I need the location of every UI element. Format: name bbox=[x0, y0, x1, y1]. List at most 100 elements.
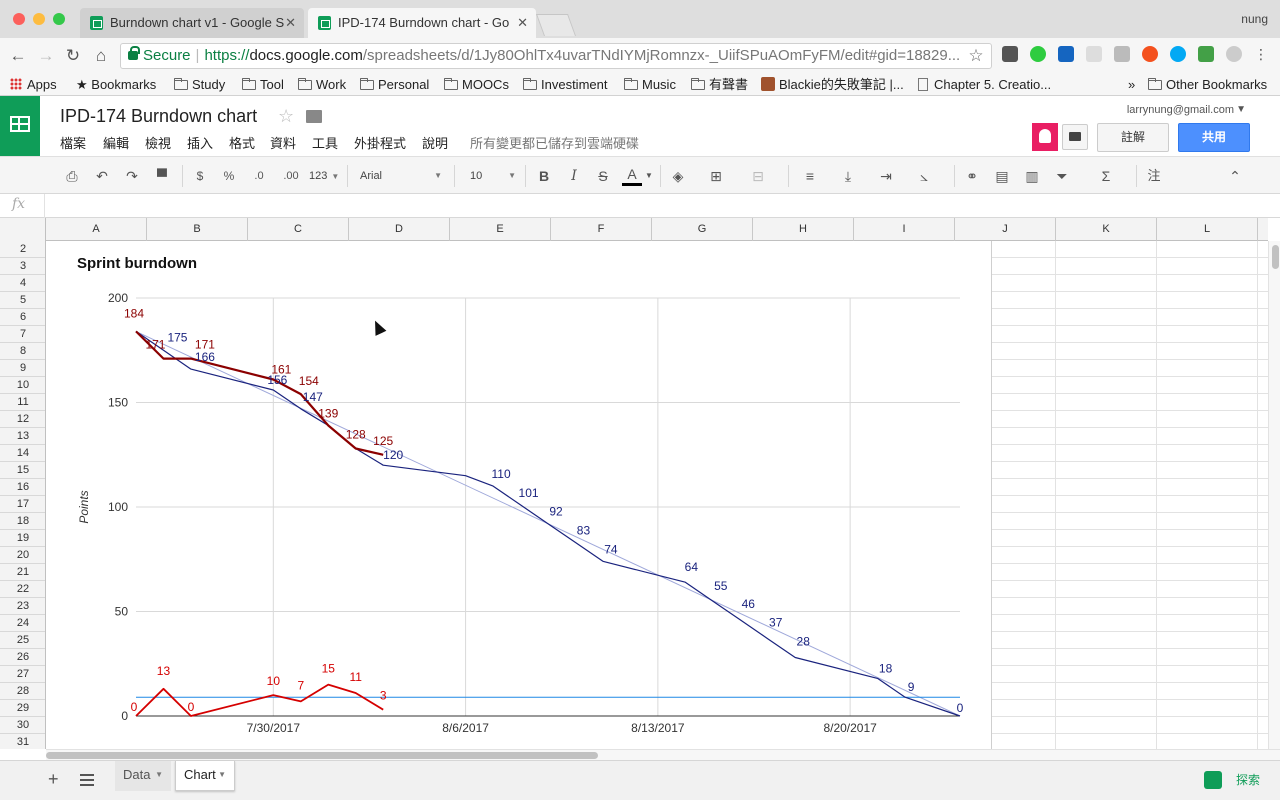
row-header-4[interactable]: 4 bbox=[0, 275, 45, 292]
menu-view[interactable]: 檢視 bbox=[145, 133, 171, 152]
insert-chart-icon[interactable]: ▥ bbox=[1022, 166, 1042, 186]
home-icon[interactable]: ⌂ bbox=[91, 46, 111, 66]
row-header-26[interactable]: 26 bbox=[0, 649, 45, 666]
column-header-i[interactable]: I bbox=[854, 218, 955, 241]
bookmarks-overflow-icon[interactable]: » bbox=[1128, 76, 1135, 94]
pocket-extension-icon[interactable] bbox=[1002, 46, 1018, 62]
row-header-19[interactable]: 19 bbox=[0, 530, 45, 547]
font-family-dropdown[interactable]: Arial ▼ bbox=[360, 166, 442, 186]
filter-icon[interactable]: ⏷ bbox=[1052, 166, 1072, 186]
row-header-6[interactable]: 6 bbox=[0, 309, 45, 326]
new-tab-button[interactable] bbox=[535, 14, 577, 36]
column-header-l[interactable]: L bbox=[1157, 218, 1258, 241]
account-email[interactable]: larrynung@gmail.com bbox=[1127, 104, 1234, 116]
row-header-20[interactable]: 20 bbox=[0, 547, 45, 564]
y-extension-icon[interactable] bbox=[1058, 46, 1074, 62]
menu-data[interactable]: 資料 bbox=[270, 133, 296, 152]
profile-name[interactable]: nung bbox=[1241, 12, 1268, 26]
row-header-9[interactable]: 9 bbox=[0, 360, 45, 377]
bookmark-tool[interactable]: Tool bbox=[242, 76, 284, 94]
menu-format[interactable]: 格式 bbox=[229, 133, 255, 152]
print-icon[interactable]: ⎙ bbox=[62, 166, 82, 186]
copy-extension-icon[interactable] bbox=[1086, 46, 1102, 62]
row-header-5[interactable]: 5 bbox=[0, 292, 45, 309]
move-to-folder-icon[interactable] bbox=[306, 110, 322, 123]
text-wrap-icon[interactable]: ⇥ bbox=[876, 166, 896, 186]
orange-extension-icon[interactable] bbox=[1142, 46, 1158, 62]
font-size-dropdown[interactable]: 10 ▼ bbox=[470, 166, 516, 186]
minimize-window-button[interactable] bbox=[33, 13, 45, 25]
close-tab-icon[interactable]: ✕ bbox=[517, 8, 528, 38]
column-header-f[interactable]: F bbox=[551, 218, 652, 241]
row-header-21[interactable]: 21 bbox=[0, 564, 45, 581]
bookmark-star-icon[interactable]: ☆ bbox=[966, 46, 986, 66]
row-header-24[interactable]: 24 bbox=[0, 615, 45, 632]
browser-menu-icon[interactable]: ⋮ bbox=[1254, 46, 1270, 62]
reload-icon[interactable]: ↻ bbox=[63, 46, 83, 66]
horizontal-scroll-thumb[interactable] bbox=[46, 752, 598, 759]
horizontal-align-icon[interactable]: ≡ bbox=[800, 166, 820, 186]
bookmark-work[interactable]: Work bbox=[298, 76, 346, 94]
horizontal-scrollbar[interactable] bbox=[46, 749, 1280, 760]
strikethrough-button[interactable]: S bbox=[594, 166, 612, 186]
bold-button[interactable]: B bbox=[535, 166, 553, 186]
row-header-11[interactable]: 11 bbox=[0, 394, 45, 411]
all-sheets-list-icon[interactable] bbox=[80, 774, 94, 786]
address-bar[interactable]: Secure | https://docs.google.com/spreadshe… bbox=[120, 43, 992, 69]
browser-tab-ipd174[interactable]: IPD-174 Burndown chart - Go ✕ bbox=[308, 8, 536, 38]
row-header-8[interactable]: 8 bbox=[0, 343, 45, 360]
row-header-23[interactable]: 23 bbox=[0, 598, 45, 615]
account-caret-icon[interactable]: ▼ bbox=[1236, 104, 1246, 115]
input-tools-button[interactable]: 注 bbox=[1144, 166, 1164, 186]
maximize-window-button[interactable] bbox=[53, 13, 65, 25]
bookmark-other[interactable]: Other Bookmarks bbox=[1148, 76, 1267, 94]
chevron-down-icon[interactable]: ▼ bbox=[645, 166, 653, 186]
row-header-25[interactable]: 25 bbox=[0, 632, 45, 649]
row-header-30[interactable]: 30 bbox=[0, 717, 45, 734]
column-header-g[interactable]: G bbox=[652, 218, 753, 241]
bookmark-moocs[interactable]: MOOCs bbox=[444, 76, 509, 94]
column-header-b[interactable]: B bbox=[147, 218, 248, 241]
row-header-16[interactable]: 16 bbox=[0, 479, 45, 496]
formula-bar[interactable]: fx bbox=[0, 194, 1280, 218]
add-sheet-icon[interactable]: + bbox=[48, 769, 59, 790]
browser-tab-burndown-v1[interactable]: Burndown chart v1 - Google S ✕ bbox=[80, 8, 304, 38]
row-header-2[interactable]: 2 bbox=[0, 241, 45, 258]
sheet-tab-chart[interactable]: Chart ▼ bbox=[175, 761, 235, 791]
embedded-chart[interactable]: Sprint burndown 0 50 100 150 200 7/30/2017 8/6… bbox=[46, 241, 992, 749]
row-header-13[interactable]: 13 bbox=[0, 428, 45, 445]
insert-link-icon[interactable]: ⚭ bbox=[962, 166, 982, 186]
redo-icon[interactable]: ↷ bbox=[122, 166, 142, 186]
menu-edit[interactable]: 編輯 bbox=[103, 133, 129, 152]
green-extension-icon[interactable] bbox=[1198, 46, 1214, 62]
vertical-align-icon[interactable]: ⤓ bbox=[838, 166, 858, 186]
decrease-decimal-button[interactable]: .0 bbox=[248, 166, 270, 186]
bookmark-music[interactable]: Music bbox=[624, 76, 676, 94]
menu-help[interactable]: 說明 bbox=[422, 133, 448, 152]
paint-format-icon[interactable]: ▀ bbox=[152, 166, 172, 186]
bookmark-audiobooks[interactable]: 有聲書 bbox=[691, 76, 748, 94]
column-header-e[interactable]: E bbox=[450, 218, 551, 241]
share-button[interactable]: 共用 bbox=[1178, 123, 1250, 152]
menu-tools[interactable]: 工具 bbox=[312, 133, 338, 152]
text-rotation-icon[interactable]: ⦣ bbox=[914, 166, 934, 186]
bookmark-study[interactable]: Study bbox=[174, 76, 225, 94]
fill-color-icon[interactable]: ◈ bbox=[668, 166, 688, 186]
row-header-31[interactable]: 31 bbox=[0, 734, 45, 749]
column-header-a[interactable]: A bbox=[46, 218, 147, 241]
explore-button[interactable]: 探索 bbox=[1236, 771, 1260, 788]
merge-cells-icon[interactable]: ⊟ bbox=[748, 166, 768, 186]
row-header-28[interactable]: 28 bbox=[0, 683, 45, 700]
column-header-d[interactable]: D bbox=[349, 218, 450, 241]
bookmark-apps[interactable]: Apps bbox=[10, 76, 57, 94]
sheet-tab-data[interactable]: Data ▼ bbox=[115, 761, 171, 791]
evernote-extension-icon[interactable] bbox=[1030, 46, 1046, 62]
star-icon[interactable]: ☆ bbox=[278, 106, 294, 127]
comments-button[interactable]: 註解 bbox=[1097, 123, 1169, 152]
bookmark-chapter5[interactable]: Chapter 5. Creatio... bbox=[918, 76, 1051, 94]
row-header-17[interactable]: 17 bbox=[0, 496, 45, 513]
italic-button[interactable]: I bbox=[565, 166, 583, 186]
reader-extension-icon[interactable] bbox=[1114, 46, 1130, 62]
collaborator-avatar[interactable] bbox=[1032, 123, 1058, 151]
column-header-h[interactable]: H bbox=[753, 218, 854, 241]
